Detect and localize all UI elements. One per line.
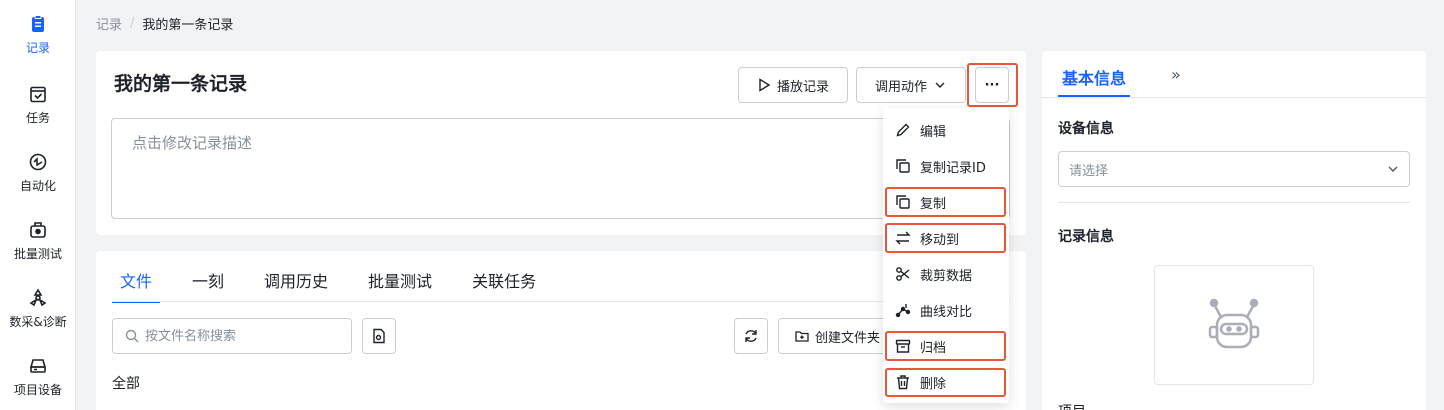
more-actions-button[interactable]: ···	[975, 67, 1009, 103]
menu-item-label: 删除	[920, 376, 947, 392]
tab-basic-info[interactable]: 基本信息	[1062, 65, 1126, 89]
menu-item-label: 移动到	[920, 232, 960, 248]
info-panel: 基本信息 » 设备信息 请选择 记录信息 项目	[1042, 51, 1426, 410]
menu-item-label: 复制	[920, 196, 947, 212]
swap-arrows-icon	[895, 231, 911, 245]
project-label: 项目	[1058, 401, 1086, 410]
menu-item-label: 曲线对比	[920, 304, 973, 320]
description-field[interactable]: 点击修改记录描述	[111, 118, 1010, 219]
more-actions-menu: 编辑 复制记录ID 复制 移动到 裁剪数据 曲线对比 归档 删除	[883, 108, 1009, 403]
breadcrumb-current: 我的第一条记录	[142, 18, 234, 33]
section-divider	[1058, 202, 1410, 203]
clipboard-icon	[32, 15, 44, 32]
breadcrumb-parent[interactable]: 记录	[96, 14, 122, 33]
menu-item-label: 编辑	[920, 124, 947, 140]
copy-icon	[896, 195, 910, 209]
invoke-action-button[interactable]: 调用动作	[856, 67, 966, 103]
file-type-button[interactable]	[362, 318, 396, 354]
scissors-icon	[896, 267, 910, 281]
file-search-field[interactable]	[112, 318, 352, 354]
more-icon: ···	[984, 77, 1000, 93]
radiation-icon	[29, 288, 47, 307]
chevron-down-icon	[1388, 166, 1398, 172]
tab-batch-test[interactable]: 批量测试	[368, 268, 452, 301]
play-icon	[759, 78, 771, 92]
menu-item-edit[interactable]: 编辑	[883, 112, 1009, 148]
nav-item-tasks[interactable]: 任务	[0, 84, 76, 126]
page-title: 我的第一条记录	[114, 73, 248, 95]
trash-icon	[897, 375, 909, 390]
menu-item-archive[interactable]: 归档	[883, 328, 1009, 364]
create-folder-label: 创建文件夹	[815, 330, 881, 346]
nav-item-records[interactable]: 记录	[0, 14, 76, 56]
play-record-label: 播放记录	[776, 79, 829, 95]
search-icon	[125, 329, 139, 343]
menu-item-label: 复制记录ID	[920, 160, 986, 176]
menu-item-delete[interactable]: 删除	[883, 364, 1009, 400]
breadcrumb: 记录 / 我的第一条记录	[96, 14, 233, 33]
nav-label: 项目设备	[13, 383, 62, 397]
sidebar: 记录 任务 自动化 批量测试 数采&诊断 项目设备	[0, 0, 76, 410]
device-info-title: 设备信息	[1058, 121, 1114, 137]
calendar-check-icon	[30, 86, 46, 103]
nav-item-data-collection[interactable]: 数采&诊断	[0, 288, 76, 330]
device-icon	[29, 359, 47, 373]
menu-item-copy-record-id[interactable]: 复制记录ID	[883, 148, 1009, 184]
nav-item-batch-test[interactable]: 批量测试	[0, 220, 76, 262]
nav-label: 数采&诊断	[9, 315, 67, 329]
device-select-placeholder: 请选择	[1069, 163, 1109, 179]
nav-label: 任务	[25, 111, 50, 125]
refresh-button[interactable]	[734, 318, 768, 354]
menu-item-crop-data[interactable]: 裁剪数据	[883, 256, 1009, 292]
nav-label: 自动化	[19, 179, 56, 193]
filter-all[interactable]: 全部	[112, 373, 140, 393]
nav-item-project-devices[interactable]: 项目设备	[0, 356, 76, 398]
menu-item-curve-compare[interactable]: 曲线对比	[883, 292, 1009, 328]
create-folder-button[interactable]: 创建文件夹	[778, 318, 888, 354]
tab-invoke-history[interactable]: 调用历史	[264, 268, 348, 301]
tab-files[interactable]: 文件	[112, 268, 161, 303]
breadcrumb-separator: /	[130, 16, 135, 31]
invoke-action-label: 调用动作	[874, 79, 927, 95]
tabs-divider	[112, 301, 1010, 302]
menu-item-copy[interactable]: 复制	[883, 184, 1009, 220]
nav-item-automation[interactable]: 自动化	[0, 152, 76, 194]
device-select[interactable]: 请选择	[1058, 151, 1410, 187]
copy-icon	[896, 159, 910, 173]
menu-item-label: 归档	[920, 340, 947, 356]
play-record-button[interactable]: 播放记录	[738, 67, 848, 103]
description-placeholder: 点击修改记录描述	[132, 134, 253, 152]
tab-linked-tasks[interactable]: 关联任务	[472, 268, 556, 301]
record-thumbnail	[1154, 265, 1314, 385]
archive-icon	[895, 339, 911, 353]
tab-moments[interactable]: 一刻	[192, 268, 244, 301]
menu-item-move-to[interactable]: 移动到	[883, 220, 1009, 256]
automation-icon	[29, 153, 47, 171]
refresh-icon	[745, 330, 757, 342]
record-info-title: 记录信息	[1058, 229, 1114, 245]
file-search-icon	[373, 328, 385, 344]
panel-divider	[1042, 97, 1426, 98]
curve-compare-icon	[895, 304, 911, 318]
menu-item-label: 裁剪数据	[920, 268, 973, 284]
nav-label: 批量测试	[13, 247, 62, 261]
pencil-icon	[896, 123, 910, 137]
file-search-input[interactable]	[145, 328, 335, 344]
chevron-down-icon	[935, 82, 945, 88]
robot-icon	[1208, 298, 1260, 349]
expand-panel-icon[interactable]: »	[1171, 65, 1181, 84]
nav-label: 记录	[25, 41, 50, 55]
folder-add-icon	[795, 331, 809, 342]
tab-bar: 文件 一刻 调用历史 批量测试 关联任务	[112, 268, 576, 303]
batch-test-icon	[30, 222, 46, 238]
